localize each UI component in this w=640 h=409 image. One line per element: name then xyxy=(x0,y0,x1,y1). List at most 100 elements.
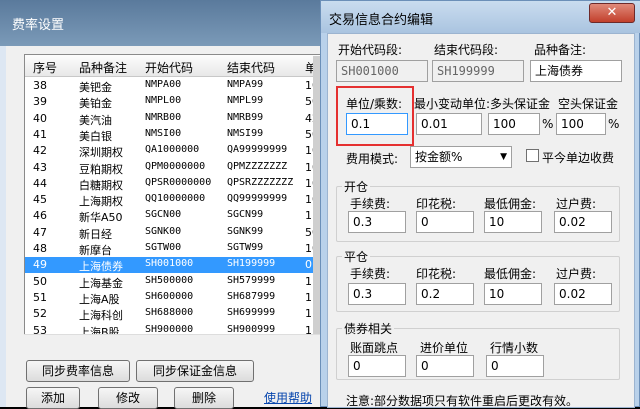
cell-start: SH500000 xyxy=(145,274,194,286)
table-row[interactable]: 49 上海债券 SH001000 SH199999 0 xyxy=(25,257,321,274)
start-code-label: 开始代码段: xyxy=(338,43,403,57)
highlight-box xyxy=(336,86,414,146)
close-button[interactable]: ✕ xyxy=(589,3,635,23)
table-row[interactable]: 48 新摩台 SGTW00 SGTW99 10 xyxy=(25,241,321,257)
cell-name: 美铂金 xyxy=(79,97,112,111)
bond-carry-label: 进价单位 xyxy=(420,341,469,355)
restart-notice: 注意:部分数据项只有软件重启后更改有效。 xyxy=(346,394,579,408)
table-row[interactable]: 39 美铂金 NMPL00 NMPL99 50 xyxy=(25,94,321,111)
long-margin-field[interactable]: 100 xyxy=(488,113,540,135)
cell-name: 新华A50 xyxy=(79,211,123,225)
col-header-end[interactable]: 结束代码 xyxy=(227,59,275,76)
cell-no: 51 xyxy=(33,290,47,304)
table-row[interactable]: 43 豆粕期权 QPM0000000 QPMZZZZZZZ 10 xyxy=(25,160,321,176)
cell-no: 46 xyxy=(33,209,47,223)
table-row[interactable]: 42 深圳期权 QA1000000 QA99999999 10 xyxy=(25,143,321,159)
table-row[interactable]: 52 上海科创 SH688000 SH699999 1 xyxy=(25,306,321,323)
note-label: 品种备注: xyxy=(534,43,587,57)
cell-end: NMPA99 xyxy=(227,79,264,90)
dialog-title: 交易信息合约编辑 xyxy=(329,13,434,28)
col-header-start[interactable]: 开始代码 xyxy=(145,59,193,76)
edit-button[interactable]: 修改 xyxy=(98,387,158,409)
short-margin-field[interactable]: 100 xyxy=(556,113,606,135)
bond-decimals-label: 行情小数 xyxy=(490,341,539,355)
table-row[interactable]: 47 新日经 SGNK00 SGNK99 50 xyxy=(25,225,321,241)
cell-start: SGTW00 xyxy=(145,242,182,253)
cell-name: 新日经 xyxy=(79,227,112,241)
table-row[interactable]: 41 美白银 NMSI00 NMSI99 50 xyxy=(25,127,321,143)
table-row[interactable]: 44 白糖期权 QPSR0000000 QPSRZZZZZZZ 10 xyxy=(25,176,321,192)
cell-name: 上海A股 xyxy=(79,292,120,306)
cell-start: SH001000 xyxy=(145,258,194,270)
fee-mode-select[interactable]: 按金额% ▼ xyxy=(410,146,512,168)
open-min-comm-field[interactable]: 10 xyxy=(484,211,542,233)
open-fee-field[interactable]: 0.3 xyxy=(348,211,406,233)
cell-start: QPM0000000 xyxy=(145,160,206,172)
note-field[interactable]: 上海债券 xyxy=(530,60,622,82)
table-row[interactable]: 40 美汽油 NMRB00 NMRB99 42 xyxy=(25,111,321,127)
add-button[interactable]: 添加 xyxy=(26,387,80,409)
sync-rate-button[interactable]: 同步费率信息 xyxy=(26,360,130,382)
min-move-field[interactable]: 0.01 xyxy=(416,113,482,135)
bond-carry-field[interactable]: 0 xyxy=(416,355,474,377)
cell-no: 42 xyxy=(33,144,47,158)
cell-end: SGCN99 xyxy=(227,209,264,221)
rate-settings-title: 费率设置 xyxy=(12,18,65,33)
cell-end: NMRB99 xyxy=(227,111,264,123)
close-transfer-label: 过户费: xyxy=(556,267,597,281)
fee-mode-label: 费用模式: xyxy=(346,152,399,166)
bond-jump-field[interactable]: 0 xyxy=(348,355,406,377)
cell-no: 44 xyxy=(33,176,47,190)
fee-mode-value: 按金额% xyxy=(415,150,463,164)
cell-end: QPMZZZZZZZ xyxy=(227,160,288,172)
cell-name: 白糖期权 xyxy=(79,178,123,192)
start-code-field[interactable]: SH001000 xyxy=(336,60,428,82)
table-row[interactable]: 38 美钯金 NMPA00 NMPA99 10 xyxy=(25,78,321,94)
bond-decimals-field[interactable]: 0 xyxy=(486,355,544,377)
close-fee-label: 手续费: xyxy=(350,267,391,281)
close-min-comm-field[interactable]: 10 xyxy=(484,283,542,305)
cell-no: 52 xyxy=(33,307,47,321)
rate-settings-window: 费率设置 序号 品种备注 开始代码 结束代码 单 38 美钯金 NMPA00 NMPA… xyxy=(0,0,322,409)
close-stamp-field[interactable]: 0.2 xyxy=(416,283,474,305)
cell-name: 美白银 xyxy=(79,129,112,143)
close-today-checkbox[interactable] xyxy=(526,149,539,162)
close-min-comm-label: 最低佣金: xyxy=(484,267,537,281)
cell-end: SH900999 xyxy=(227,323,276,335)
cell-name: 上海科创 xyxy=(79,309,123,323)
cell-no: 49 xyxy=(33,258,47,272)
end-code-field[interactable]: SH199999 xyxy=(432,60,524,82)
close-transfer-field[interactable]: 0.02 xyxy=(554,283,612,305)
open-stamp-field[interactable]: 0 xyxy=(416,211,474,233)
chevron-down-icon: ▼ xyxy=(500,152,507,162)
table-row[interactable]: 51 上海A股 SH600000 SH687999 1 xyxy=(25,290,321,306)
rate-table-header: 序号 品种备注 开始代码 结束代码 单 xyxy=(25,55,321,77)
cell-start: SGNK00 xyxy=(145,225,182,237)
col-header-name[interactable]: 品种备注 xyxy=(79,59,127,76)
col-header-no[interactable]: 序号 xyxy=(33,59,57,76)
min-move-label: 最小变动单位: xyxy=(414,97,491,111)
help-link[interactable]: 使用帮助 xyxy=(264,389,312,406)
cell-start: QA1000000 xyxy=(145,144,200,156)
cell-unit: 0 xyxy=(305,258,312,272)
table-row[interactable]: 46 新华A50 SGCN00 SGCN99 1 xyxy=(25,208,321,225)
cell-name: 新摩台 xyxy=(79,244,112,257)
sync-margin-button[interactable]: 同步保证金信息 xyxy=(136,360,254,382)
table-horizontal-scrollbar[interactable] xyxy=(24,334,322,350)
table-row[interactable]: 50 上海基金 SH500000 SH579999 1 xyxy=(25,274,321,290)
rate-table[interactable]: 序号 品种备注 开始代码 结束代码 单 38 美钯金 NMPA00 NMPA99 1 0 3… xyxy=(24,54,322,350)
cell-no: 45 xyxy=(33,193,47,207)
cell-name: 豆粕期权 xyxy=(79,162,123,176)
close-fee-field[interactable]: 0.3 xyxy=(348,283,406,305)
cell-end: QA99999999 xyxy=(227,144,288,156)
cell-name: 上海债券 xyxy=(79,260,123,274)
cell-unit: 1 xyxy=(305,209,312,223)
long-margin-label: 多头保证金 xyxy=(490,97,551,111)
table-row[interactable]: 45 上海期权 QQ10000000 QQ99999999 10 xyxy=(25,192,321,208)
open-transfer-field[interactable]: 0.02 xyxy=(554,211,612,233)
bond-jump-label: 账面跳点 xyxy=(350,341,399,355)
rate-settings-titlebar: 费率设置 xyxy=(0,0,322,46)
close-group-title: 平仓 xyxy=(342,248,371,265)
delete-button[interactable]: 删除 xyxy=(174,387,234,409)
cell-end: SH699999 xyxy=(227,307,276,319)
